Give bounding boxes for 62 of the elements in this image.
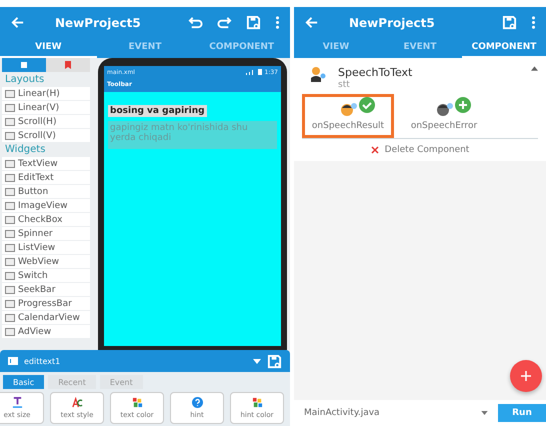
palette-item[interactable]: Switch (2, 269, 90, 282)
palette-item[interactable]: ProgressBar (2, 297, 90, 310)
signal-icon (244, 69, 255, 75)
palette-item[interactable]: WebView (2, 255, 90, 268)
palette-item[interactable]: SeekBar (2, 283, 90, 296)
palette-item[interactable]: Button (2, 185, 90, 198)
widgets-icon (20, 61, 28, 69)
palette-item[interactable]: Linear(H) (2, 87, 90, 100)
add-badge-icon[interactable] (453, 97, 473, 113)
plus-icon (521, 371, 531, 381)
palette-item[interactable]: Spinner (2, 227, 90, 240)
back-arrow-icon[interactable] (304, 15, 319, 30)
battery-icon (258, 69, 262, 75)
text-size-icon (12, 396, 22, 408)
add-fab[interactable] (510, 360, 542, 392)
edit-text-icon (8, 357, 18, 366)
save-icon[interactable] (502, 15, 517, 30)
more-options-icon[interactable] (531, 15, 536, 30)
palette-tab[interactable] (46, 58, 90, 72)
undo-icon[interactable] (188, 15, 203, 30)
palette-item[interactable]: CalendarView (2, 311, 90, 324)
person-speaking-icon (310, 66, 326, 82)
bookmark-icon (64, 61, 72, 69)
help-icon (192, 396, 202, 408)
person-speaking-icon (338, 102, 358, 118)
section-heading: Widgets (4, 143, 46, 157)
palette-item[interactable]: ImageView (2, 199, 90, 212)
event-button[interactable]: onSpeechError (398, 94, 490, 138)
delete-component-button[interactable]: Delete Component (302, 139, 538, 161)
palette-item[interactable]: TextView (2, 157, 90, 170)
component-id: stt (338, 80, 351, 90)
collapse-caret-icon[interactable] (531, 66, 538, 71)
palette-icon (132, 396, 142, 408)
person-speaking-icon (434, 102, 454, 118)
close-icon (370, 146, 379, 154)
file-selector[interactable]: MainActivity.java (304, 408, 471, 418)
dropdown-caret-icon[interactable] (253, 358, 261, 364)
text-style-icon (72, 396, 82, 408)
section-heading: Layouts (4, 73, 46, 87)
property-tab[interactable]: Basic (3, 375, 44, 389)
edit-text[interactable]: gapingiz matn ko'rinishida shu yerda chiqadi (108, 121, 277, 149)
text-view[interactable]: bosing va gapiring (108, 105, 207, 117)
more-options-icon[interactable] (275, 15, 280, 30)
palette-item[interactable]: Scroll(V) (2, 129, 90, 142)
component-name: SpeechToText (338, 66, 414, 79)
project-title: NewProject5 (54, 16, 142, 30)
palette-item[interactable]: CheckBox (2, 213, 90, 226)
save-icon[interactable] (246, 15, 261, 30)
palette-tab[interactable] (2, 58, 46, 72)
palette-item[interactable]: Scroll(H) (2, 115, 90, 128)
palette-item[interactable]: EditText (2, 171, 90, 184)
project-title: NewProject5 (348, 16, 436, 30)
palette-icon (252, 396, 262, 408)
redo-icon[interactable] (217, 15, 232, 30)
palette-item[interactable]: ListView (2, 241, 90, 254)
dropdown-caret-icon[interactable] (481, 411, 488, 415)
widget-name: edittext1 (24, 356, 62, 366)
palette-item[interactable]: Linear(V) (2, 101, 90, 114)
save-icon[interactable] (267, 354, 282, 369)
back-arrow-icon[interactable] (10, 15, 25, 30)
event-button[interactable]: onSpeechResult (302, 94, 394, 138)
palette-item[interactable]: AdView (2, 325, 90, 338)
